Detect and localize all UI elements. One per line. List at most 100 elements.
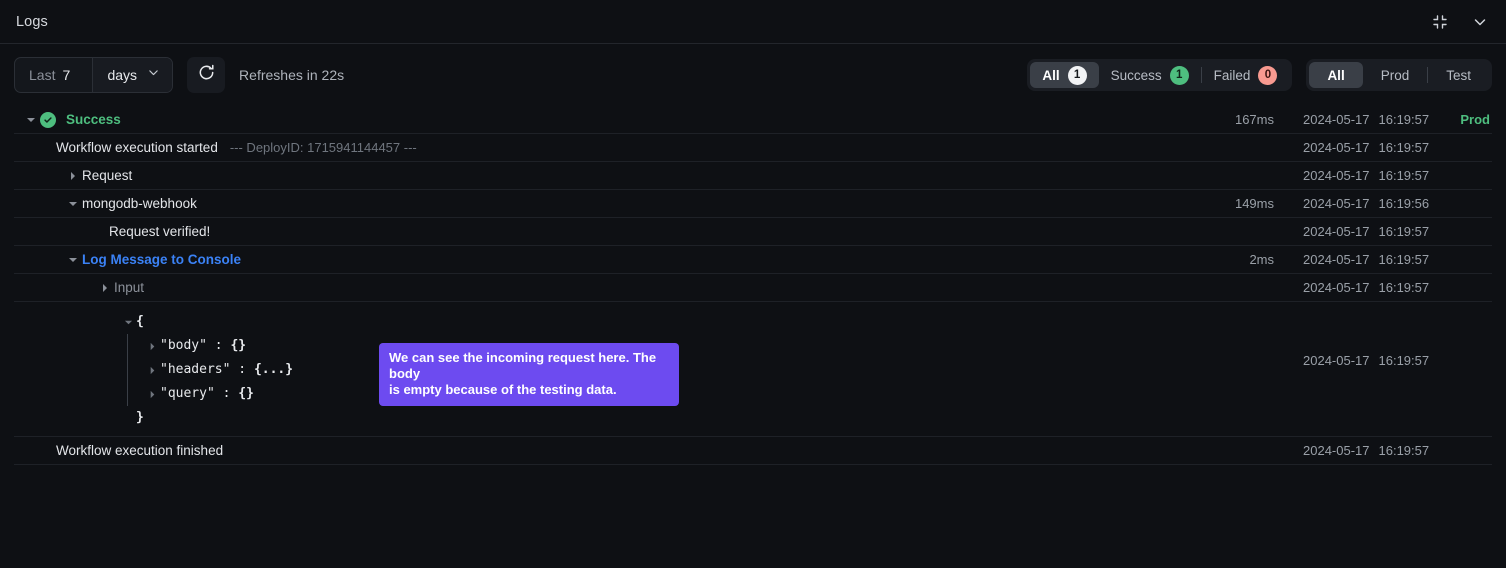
time-range-unit-label: days (107, 67, 137, 83)
row-datetime: 2024-05-1716:19:57 (1303, 112, 1429, 127)
table-row[interactable]: Request verified! 2024-05-1716:19:57 (14, 218, 1492, 246)
status-filter-success[interactable]: Success 1 (1099, 62, 1201, 88)
status-filter-failed-count: 0 (1258, 66, 1277, 85)
json-value: {...} (254, 358, 293, 382)
caret-right-icon[interactable] (96, 279, 114, 297)
toolbar-filters: All 1 Success 1 Failed 0 All Prod Test (1027, 44, 1492, 106)
time-range-control[interactable]: Last days (14, 57, 173, 93)
row-date: 2024-05-17 (1303, 280, 1370, 295)
caret-down-icon[interactable] (22, 111, 40, 129)
json-separator: : (207, 334, 230, 358)
chevron-down-icon (1472, 14, 1488, 30)
row-datetime: 2024-05-1716:19:57 (1303, 140, 1429, 155)
json-value: {} (238, 382, 254, 406)
collapse-icon (1432, 14, 1448, 30)
row-datetime: 2024-05-17 16:19:57 (1303, 224, 1429, 239)
expand-menu-button[interactable] (1464, 6, 1496, 38)
caret-right-icon[interactable] (144, 366, 160, 375)
row-time: 16:19:57 (1379, 112, 1430, 127)
row-time: 16:19:57 (1379, 224, 1430, 239)
refresh-countdown-label: Refreshes in 22s (239, 67, 344, 83)
status-filter-failed[interactable]: Failed 0 (1202, 62, 1290, 88)
window-titlebar: Logs (0, 0, 1506, 44)
row-message: mongodb-webhook (82, 196, 197, 211)
row-datetime: 2024-05-17 16:19:57 (1303, 443, 1429, 458)
row-duration: 167ms (1235, 112, 1274, 127)
json-key: "body" (160, 334, 207, 358)
time-range-amount[interactable]: Last (15, 58, 93, 92)
status-filter-all[interactable]: All 1 (1030, 62, 1098, 88)
row-message: Input (114, 280, 144, 295)
env-filter-all[interactable]: All (1309, 62, 1362, 88)
json-entry-headers[interactable]: "headers" : {...} (120, 358, 1492, 382)
json-entry-body[interactable]: "body" : {} (120, 334, 1492, 358)
table-row[interactable]: Workflow execution started --- DeployID:… (14, 134, 1492, 162)
row-date: 2024-05-17 (1303, 196, 1370, 211)
window-actions (1424, 0, 1496, 44)
row-message[interactable]: Log Message to Console (82, 252, 241, 267)
table-row[interactable]: Input 2024-05-17 16:19:57 (14, 274, 1492, 302)
time-range-input[interactable] (62, 67, 78, 83)
row-time: 16:19:57 (1379, 140, 1430, 155)
json-separator: : (230, 358, 253, 382)
json-key: "headers" (160, 358, 230, 382)
json-payload-row[interactable]: { "body" : {} "headers" : {...} (14, 302, 1492, 437)
env-filter-test[interactable]: Test (1428, 62, 1489, 88)
collapse-button[interactable] (1424, 6, 1456, 38)
row-date: 2024-05-17 (1303, 168, 1370, 183)
page-title: Logs (16, 14, 48, 30)
row-datetime: 2024-05-1716:19:57 (1303, 353, 1429, 368)
table-row[interactable]: Request 2024-05-17 16:19:57 (14, 162, 1492, 190)
row-duration: 149ms (1235, 196, 1274, 211)
time-range-prefix-label: Last (29, 67, 55, 83)
row-date: 2024-05-17 (1303, 252, 1370, 267)
tooltip-line-2: is empty because of the testing data. (389, 382, 669, 398)
row-submessage: --- DeployID: 1715941144457 --- (230, 140, 417, 155)
json-entry-query[interactable]: "query" : {} (120, 382, 1492, 406)
table-row[interactable]: Success 167ms 2024-05-1716:19:57 Prod (14, 106, 1492, 134)
status-filter-success-count: 1 (1170, 66, 1189, 85)
row-datetime: 2024-05-17 16:19:57 (1303, 280, 1429, 295)
caret-right-icon[interactable] (144, 390, 160, 399)
row-time: 16:19:57 (1379, 168, 1430, 183)
status-filter-group: All 1 Success 1 Failed 0 (1027, 59, 1292, 91)
caret-down-icon[interactable] (64, 251, 82, 269)
table-row[interactable]: mongodb-webhook 149ms 2024-05-17 16:19:56 (14, 190, 1492, 218)
refresh-icon (197, 63, 216, 87)
status-filter-success-label: Success (1111, 68, 1162, 83)
row-time: 16:19:57 (1379, 443, 1430, 458)
tooltip-line-1: We can see the incoming request here. Th… (389, 350, 656, 381)
caret-down-icon[interactable] (64, 195, 82, 213)
annotation-tooltip: We can see the incoming request here. Th… (379, 343, 679, 406)
status-filter-failed-label: Failed (1214, 68, 1251, 83)
row-time: 16:19:57 (1379, 353, 1430, 368)
json-separator: : (215, 382, 238, 406)
json-key: "query" (160, 382, 215, 406)
json-open-brace: { (136, 310, 144, 334)
json-root-open[interactable]: { (120, 310, 1492, 334)
caret-right-icon[interactable] (144, 342, 160, 351)
caret-right-icon[interactable] (64, 167, 82, 185)
row-environment-badge: Prod (1460, 112, 1490, 127)
time-range-unit-select[interactable]: days (93, 58, 172, 92)
row-message: Request (82, 168, 132, 183)
status-filter-all-label: All (1042, 68, 1059, 83)
table-row[interactable]: Workflow execution finished 2024-05-17 16… (14, 437, 1492, 465)
row-time: 16:19:57 (1379, 280, 1430, 295)
row-date: 2024-05-17 (1303, 224, 1370, 239)
json-root-close: } (120, 406, 1492, 430)
json-close-brace: } (136, 406, 144, 430)
env-filter-prod[interactable]: Prod (1363, 62, 1428, 88)
refresh-button[interactable] (187, 57, 225, 93)
row-datetime: 2024-05-17 16:19:57 (1303, 252, 1429, 267)
caret-down-icon[interactable] (120, 318, 136, 327)
row-message: Workflow execution finished (56, 443, 223, 458)
json-guide-line (127, 334, 128, 406)
check-circle-icon (40, 112, 56, 128)
row-date: 2024-05-17 (1303, 443, 1370, 458)
row-datetime: 2024-05-17 16:19:57 (1303, 168, 1429, 183)
table-row[interactable]: Log Message to Console 2ms 2024-05-1716:… (14, 246, 1492, 274)
row-time: 16:19:56 (1379, 196, 1430, 211)
chevron-down-icon (147, 66, 160, 84)
row-time: 16:19:57 (1379, 252, 1430, 267)
